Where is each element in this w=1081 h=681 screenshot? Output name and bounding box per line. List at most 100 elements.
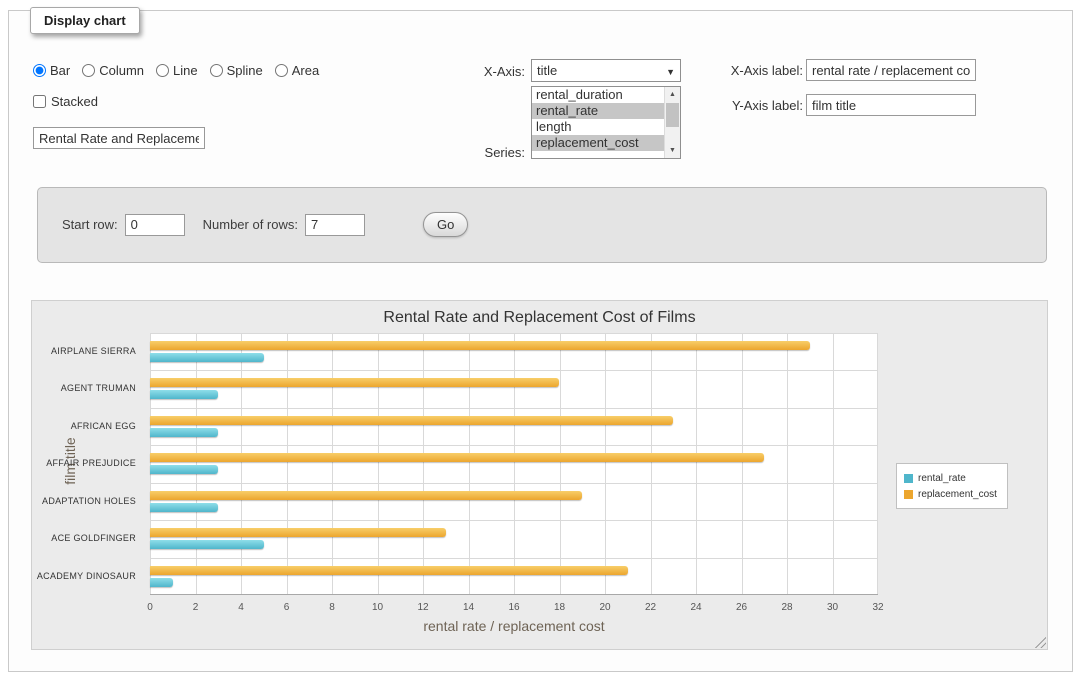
x-tick-label: 12 — [417, 602, 428, 613]
gridline-horizontal — [150, 445, 878, 446]
bar-rental_rate[interactable] — [150, 540, 264, 549]
legend-label: replacement_cost — [918, 489, 997, 500]
x-tick-label: 22 — [645, 602, 656, 613]
x-tick-label: 26 — [736, 602, 747, 613]
scrollbar-up-icon[interactable]: ▲ — [665, 87, 680, 102]
gridline-vertical — [560, 333, 561, 595]
x-axis-select-value: title — [537, 63, 557, 78]
gridline-vertical — [787, 333, 788, 595]
series-option-rental_rate[interactable]: rental_rate — [532, 103, 664, 119]
row-range-controls: Start row: Number of rows: Go — [62, 212, 468, 237]
x-tick-label: 20 — [599, 602, 610, 613]
series-option-replacement_cost[interactable]: replacement_cost — [532, 135, 664, 151]
chart-title-input[interactable] — [33, 127, 205, 149]
series-caption: Series: — [429, 145, 525, 160]
gridline-vertical — [651, 333, 652, 595]
legend-swatch-icon — [904, 490, 913, 499]
y-axis-label-caption: Y-Axis label: — [709, 98, 803, 113]
gridline-horizontal — [150, 558, 878, 559]
category-label: ACADEMY DINOSAUR — [32, 558, 142, 595]
gridline-horizontal — [150, 408, 878, 409]
bar-rental_rate[interactable] — [150, 390, 218, 399]
chart-type-option-area[interactable]: Area — [275, 63, 319, 78]
x-tick-label: 4 — [238, 602, 244, 613]
gridline-vertical — [605, 333, 606, 595]
gridline-vertical — [196, 333, 197, 595]
scrollbar-down-icon[interactable]: ▼ — [665, 143, 680, 158]
gridline-vertical — [378, 333, 379, 595]
x-tick-label: 16 — [508, 602, 519, 613]
x-tick-label: 14 — [463, 602, 474, 613]
series-listbox[interactable]: rental_durationrental_ratelengthreplacem… — [531, 86, 681, 159]
bar-replacement_cost[interactable] — [150, 566, 628, 575]
bar-replacement_cost[interactable] — [150, 528, 446, 537]
gridline-vertical — [332, 333, 333, 595]
chart-type-radio-line[interactable] — [156, 64, 169, 77]
chart-type-radio-group: Bar Column Line Spline Area — [33, 63, 319, 78]
bar-replacement_cost[interactable] — [150, 491, 582, 500]
gridline-horizontal — [150, 520, 878, 521]
go-button[interactable]: Go — [423, 212, 468, 237]
category-label: AFFAIR PREJUDICE — [32, 445, 142, 482]
num-rows-input[interactable] — [305, 214, 365, 236]
chart-type-option-line[interactable]: Line — [156, 63, 198, 78]
bar-rental_rate[interactable] — [150, 465, 218, 474]
gridline-vertical — [742, 333, 743, 595]
x-axis-label-caption: X-Axis label: — [709, 63, 803, 78]
x-tick-label: 18 — [554, 602, 565, 613]
series-option-rental_duration[interactable]: rental_duration — [532, 87, 664, 103]
bar-replacement_cost[interactable] — [150, 453, 764, 462]
gridline-vertical — [514, 333, 515, 595]
category-label: ADAPTATION HOLES — [32, 483, 142, 520]
x-tick-label: 0 — [147, 602, 153, 613]
bar-replacement_cost[interactable] — [150, 378, 559, 387]
gridline-vertical — [696, 333, 697, 595]
legend-label: rental_rate — [918, 473, 966, 484]
gridline-vertical — [877, 333, 878, 595]
gridline-vertical — [423, 333, 424, 595]
listbox-scrollbar[interactable]: ▲ ▼ — [664, 87, 680, 158]
chart-type-radio-label: Area — [292, 63, 319, 78]
gridline-vertical — [287, 333, 288, 595]
stacked-checkbox[interactable] — [33, 95, 46, 108]
bar-replacement_cost[interactable] — [150, 416, 673, 425]
x-axis-line — [150, 594, 878, 595]
stacked-option[interactable]: Stacked — [33, 94, 98, 109]
x-tick-label: 2 — [193, 602, 199, 613]
legend-item-rental_rate[interactable]: rental_rate — [904, 470, 997, 486]
y-axis-label-input[interactable] — [806, 94, 976, 116]
x-tick-label: 28 — [781, 602, 792, 613]
bar-rental_rate[interactable] — [150, 578, 173, 587]
row-range-panel: Start row: Number of rows: Go — [37, 187, 1047, 263]
gridline-horizontal — [150, 333, 878, 334]
series-option-length[interactable]: length — [532, 119, 664, 135]
chart-type-radio-label: Column — [99, 63, 144, 78]
bar-rental_rate[interactable] — [150, 428, 218, 437]
start-row-input[interactable] — [125, 214, 185, 236]
legend-swatch-icon — [904, 474, 913, 483]
chart-type-option-spline[interactable]: Spline — [210, 63, 263, 78]
gridline-vertical — [833, 333, 834, 595]
gridline-horizontal — [150, 483, 878, 484]
chart-type-option-bar[interactable]: Bar — [33, 63, 70, 78]
category-label: AFRICAN EGG — [32, 408, 142, 445]
chart-type-radio-bar[interactable] — [33, 64, 46, 77]
legend-item-replacement_cost[interactable]: replacement_cost — [904, 486, 997, 502]
x-axis-label-input[interactable] — [806, 59, 976, 81]
chart-type-option-column[interactable]: Column — [82, 63, 144, 78]
chart-type-radio-column[interactable] — [82, 64, 95, 77]
chart-type-radio-area[interactable] — [275, 64, 288, 77]
chart-type-radio-spline[interactable] — [210, 64, 223, 77]
bar-replacement_cost[interactable] — [150, 341, 810, 350]
chart-legend: rental_rate replacement_cost — [896, 463, 1008, 509]
stacked-label: Stacked — [51, 94, 98, 109]
x-axis-select[interactable]: title ▼ — [531, 59, 681, 82]
bar-rental_rate[interactable] — [150, 353, 264, 362]
resize-handle-icon[interactable] — [1033, 635, 1046, 648]
category-label: AGENT TRUMAN — [32, 370, 142, 407]
gridline-vertical — [150, 333, 151, 595]
scrollbar-thumb[interactable] — [666, 103, 679, 127]
x-tick-label: 8 — [329, 602, 335, 613]
bar-rental_rate[interactable] — [150, 503, 218, 512]
x-tick-label: 24 — [690, 602, 701, 613]
